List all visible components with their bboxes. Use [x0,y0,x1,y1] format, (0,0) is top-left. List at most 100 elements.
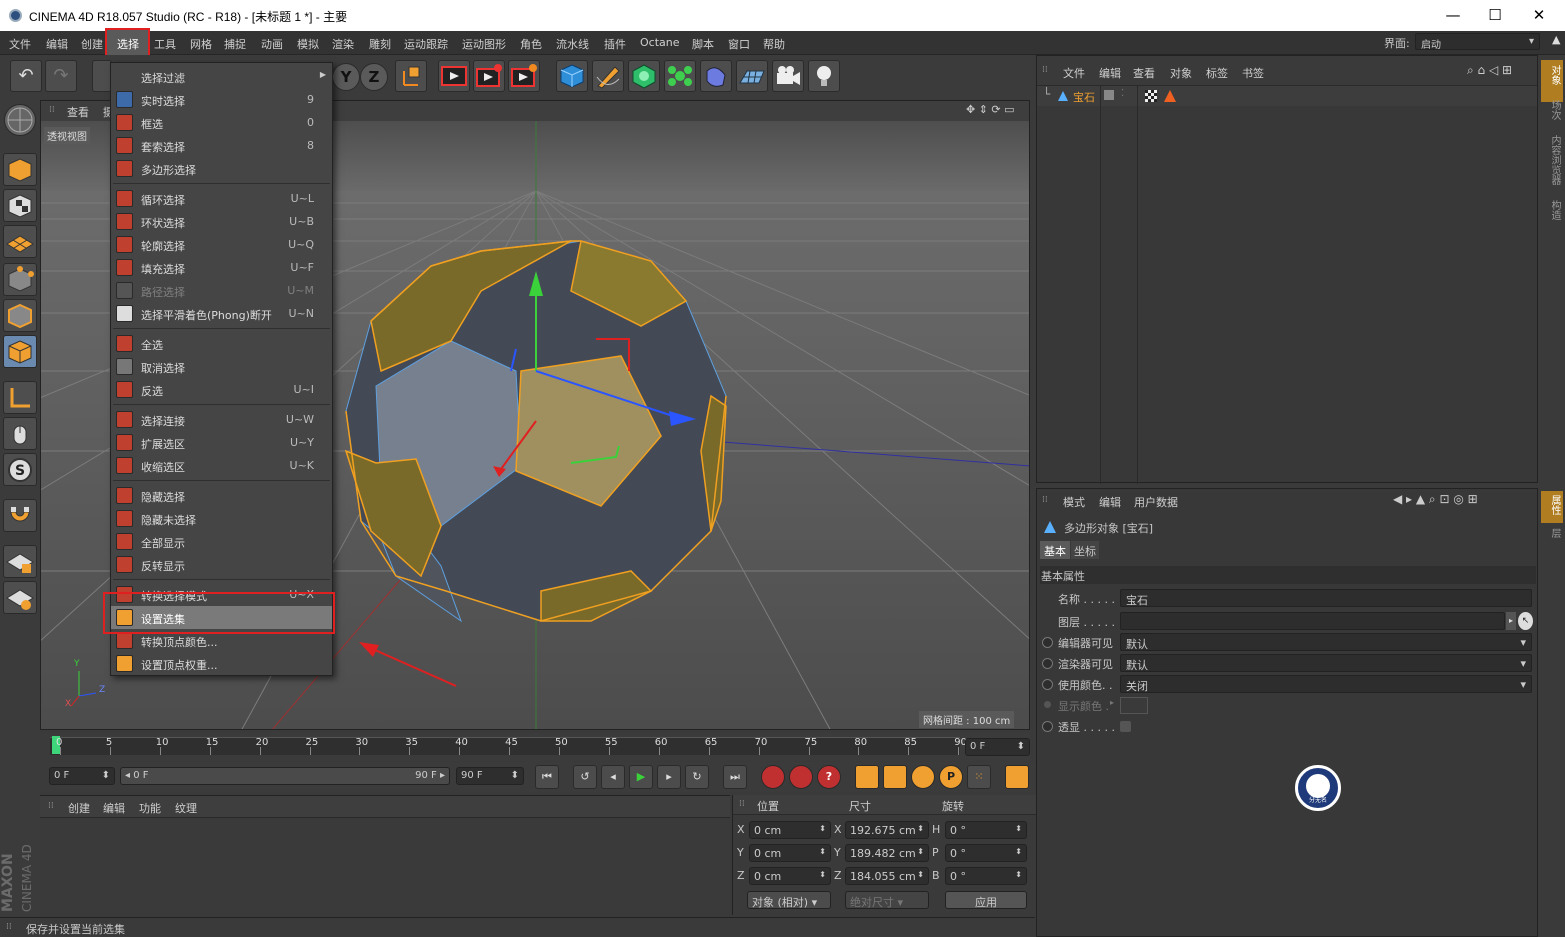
key-pla-button[interactable]: ⁙ [967,765,991,789]
magnet-snap-button[interactable] [3,499,37,532]
menu-edit[interactable]: 编辑 [46,36,68,52]
menu-file[interactable]: 文件 [9,36,31,52]
subdivision-surface-button[interactable] [628,60,660,92]
redo-button[interactable]: ↷ [45,60,77,92]
pen-spline-button[interactable] [592,60,624,92]
select-menu-item-ring-select[interactable]: 环状选择 U~B [111,210,332,233]
menu-snap[interactable]: 捕捉 [224,36,246,52]
size-field[interactable]: 184.055 cm ⬍ [845,867,929,885]
play-button[interactable]: ▶ [629,765,653,789]
next-frame-button[interactable]: ▸ [657,765,681,789]
attr-menu-mode[interactable]: 模式 [1063,494,1085,510]
select-menu-item-hide-selected[interactable]: 隐藏选择 [111,484,332,507]
floor-button[interactable] [736,60,768,92]
menu-script[interactable]: 脚本 [692,36,714,52]
z-axis-lock-button[interactable]: Z [360,63,388,91]
menu-help[interactable]: 帮助 [763,36,785,52]
autokey-button[interactable] [789,765,813,789]
polygons-mode-button[interactable] [3,335,37,368]
key-position-button[interactable] [855,765,879,789]
prev-frame-button[interactable]: ◂ [601,765,625,789]
frame-range-slider[interactable]: ◂ 0 F 90 F ▸ [120,767,450,785]
menu-mesh[interactable]: 网格 [190,36,212,52]
apply-button[interactable]: 应用 [945,891,1027,909]
layer-field[interactable] [1120,612,1505,630]
object-menu-objects[interactable]: 对象 [1170,65,1192,81]
object-menu-edit[interactable]: 编辑 [1099,65,1121,81]
tab-coord[interactable]: 坐标 [1071,541,1099,559]
material-menu-create[interactable]: 创建 [68,800,90,816]
menu-pipeline[interactable]: 流水线 [556,36,589,52]
tab-layers[interactable]: 层 [1542,528,1562,538]
timeline-window-button[interactable] [1005,765,1029,789]
points-mode-button[interactable] [3,263,37,296]
select-menu-item-invert-select[interactable]: 反选 U~I [111,378,332,401]
menu-sculpt[interactable]: 雕刻 [369,36,391,52]
select-menu-item-select-all[interactable]: 全选 [111,332,332,355]
minimize-button[interactable]: — [1432,2,1474,28]
size-field[interactable]: 192.675 cm ⬍ [845,821,929,839]
menu-mograph[interactable]: 运动图形 [462,36,506,52]
start-frame-field[interactable]: 0 F ⬍ [49,767,115,785]
coord-mode-dropdown[interactable]: 对象 (相对) ▾ [747,891,831,909]
material-menu-edit[interactable]: 编辑 [103,800,125,816]
go-to-end-button[interactable]: ⏭ [723,765,747,789]
material-manager[interactable]: ⁞⁞ 创建 编辑 功能 纹理 [40,795,730,915]
select-menu-item-outline-select[interactable]: 轮廓选择 U~Q [111,233,332,256]
tab-objects[interactable]: 对象 [1542,65,1562,85]
select-menu-item-deselect[interactable]: 取消选择 [111,355,332,378]
axis-mode-button[interactable] [3,381,37,414]
coordinate-system-button[interactable] [395,60,427,92]
close-button[interactable]: ✕ [1518,2,1560,28]
select-menu-item-fill-select[interactable]: 填充选择 U~F [111,256,332,279]
light-button[interactable] [808,60,840,92]
go-to-start-button[interactable]: ⏮ [535,765,559,789]
prev-key-button[interactable]: ↺ [573,765,597,789]
tab-basic[interactable]: 基本 [1040,541,1070,559]
rotation-field[interactable]: 0 ° ⬍ [945,844,1027,862]
layer-visibility-icon[interactable] [1104,90,1114,100]
viewport-nav-icons[interactable]: ✥ ⇕ ⟳ ▭ [966,103,1015,116]
menu-octane[interactable]: Octane [640,36,680,49]
deformer-button[interactable] [700,60,732,92]
render-view-button[interactable] [438,60,470,92]
live-select-tool-button[interactable] [92,60,112,92]
menu-create[interactable]: 创建 [81,36,103,52]
key-scale-button[interactable] [883,765,907,789]
select-menu-item-invert-visibility[interactable]: 反转显示 [111,553,332,576]
y-axis-lock-button[interactable]: Y [332,63,360,91]
select-menu-item-polygon-select[interactable]: 多边形选择 [111,157,332,180]
select-menu-item-loop-select[interactable]: 循环选择 U~L [111,187,332,210]
use-color-radio[interactable] [1042,679,1053,690]
render-picture-viewer-button[interactable] [473,60,505,92]
size-field[interactable]: 189.482 cm ⬍ [845,844,929,862]
model-mode-button[interactable] [4,104,36,136]
select-menu-item-path-select[interactable]: 路径选择 U~M [111,279,332,302]
render-visible-radio[interactable] [1042,658,1053,669]
attr-menu-edit[interactable]: 编辑 [1099,494,1121,510]
use-color-dropdown[interactable]: 关闭 ▾ [1120,675,1532,693]
select-menu-item-hide-unselected[interactable]: 隐藏未选择 [111,507,332,530]
visibility-dots-icon[interactable]: ⁚ [1121,88,1124,99]
position-field[interactable]: 0 cm ⬍ [749,821,831,839]
menu-tools[interactable]: 工具 [154,36,176,52]
menu-window[interactable]: 窗口 [728,36,750,52]
material-menu-texture[interactable]: 纹理 [175,800,197,816]
xray-checkbox[interactable] [1120,721,1131,732]
texture-mode-button[interactable] [3,189,37,222]
select-menu-item-lasso-select[interactable]: 套索选择 8 [111,134,332,157]
size-mode-dropdown[interactable]: 绝对尺寸 ▾ [845,891,929,909]
select-menu-item-vertex-weight[interactable]: 设置顶点权重... [111,652,332,675]
menu-select[interactable]: 选择 [117,36,139,52]
xray-radio[interactable] [1042,721,1053,732]
position-field[interactable]: 0 cm ⬍ [749,867,831,885]
object-manager[interactable]: ⁞⁞ 文件 编辑 查看 对象 标签 书签 ⌕ ⌂ ◁ ⊞ └ 宝石 ⁚ [1036,55,1538,484]
layer-pick-icon[interactable]: ↖ [1518,612,1533,630]
select-menu-item-shrink-select[interactable]: 收缩选区 U~K [111,454,332,477]
name-field[interactable]: 宝石 [1120,589,1532,607]
object-toolbar-icons[interactable]: ⌕ ⌂ ◁ ⊞ [1467,63,1512,78]
layout-dropdown[interactable]: 启动 ▾ [1415,33,1540,51]
menu-animate[interactable]: 动画 [261,36,283,52]
viewport-menu-view[interactable]: 查看 [67,104,89,120]
next-key-button[interactable]: ↻ [685,765,709,789]
